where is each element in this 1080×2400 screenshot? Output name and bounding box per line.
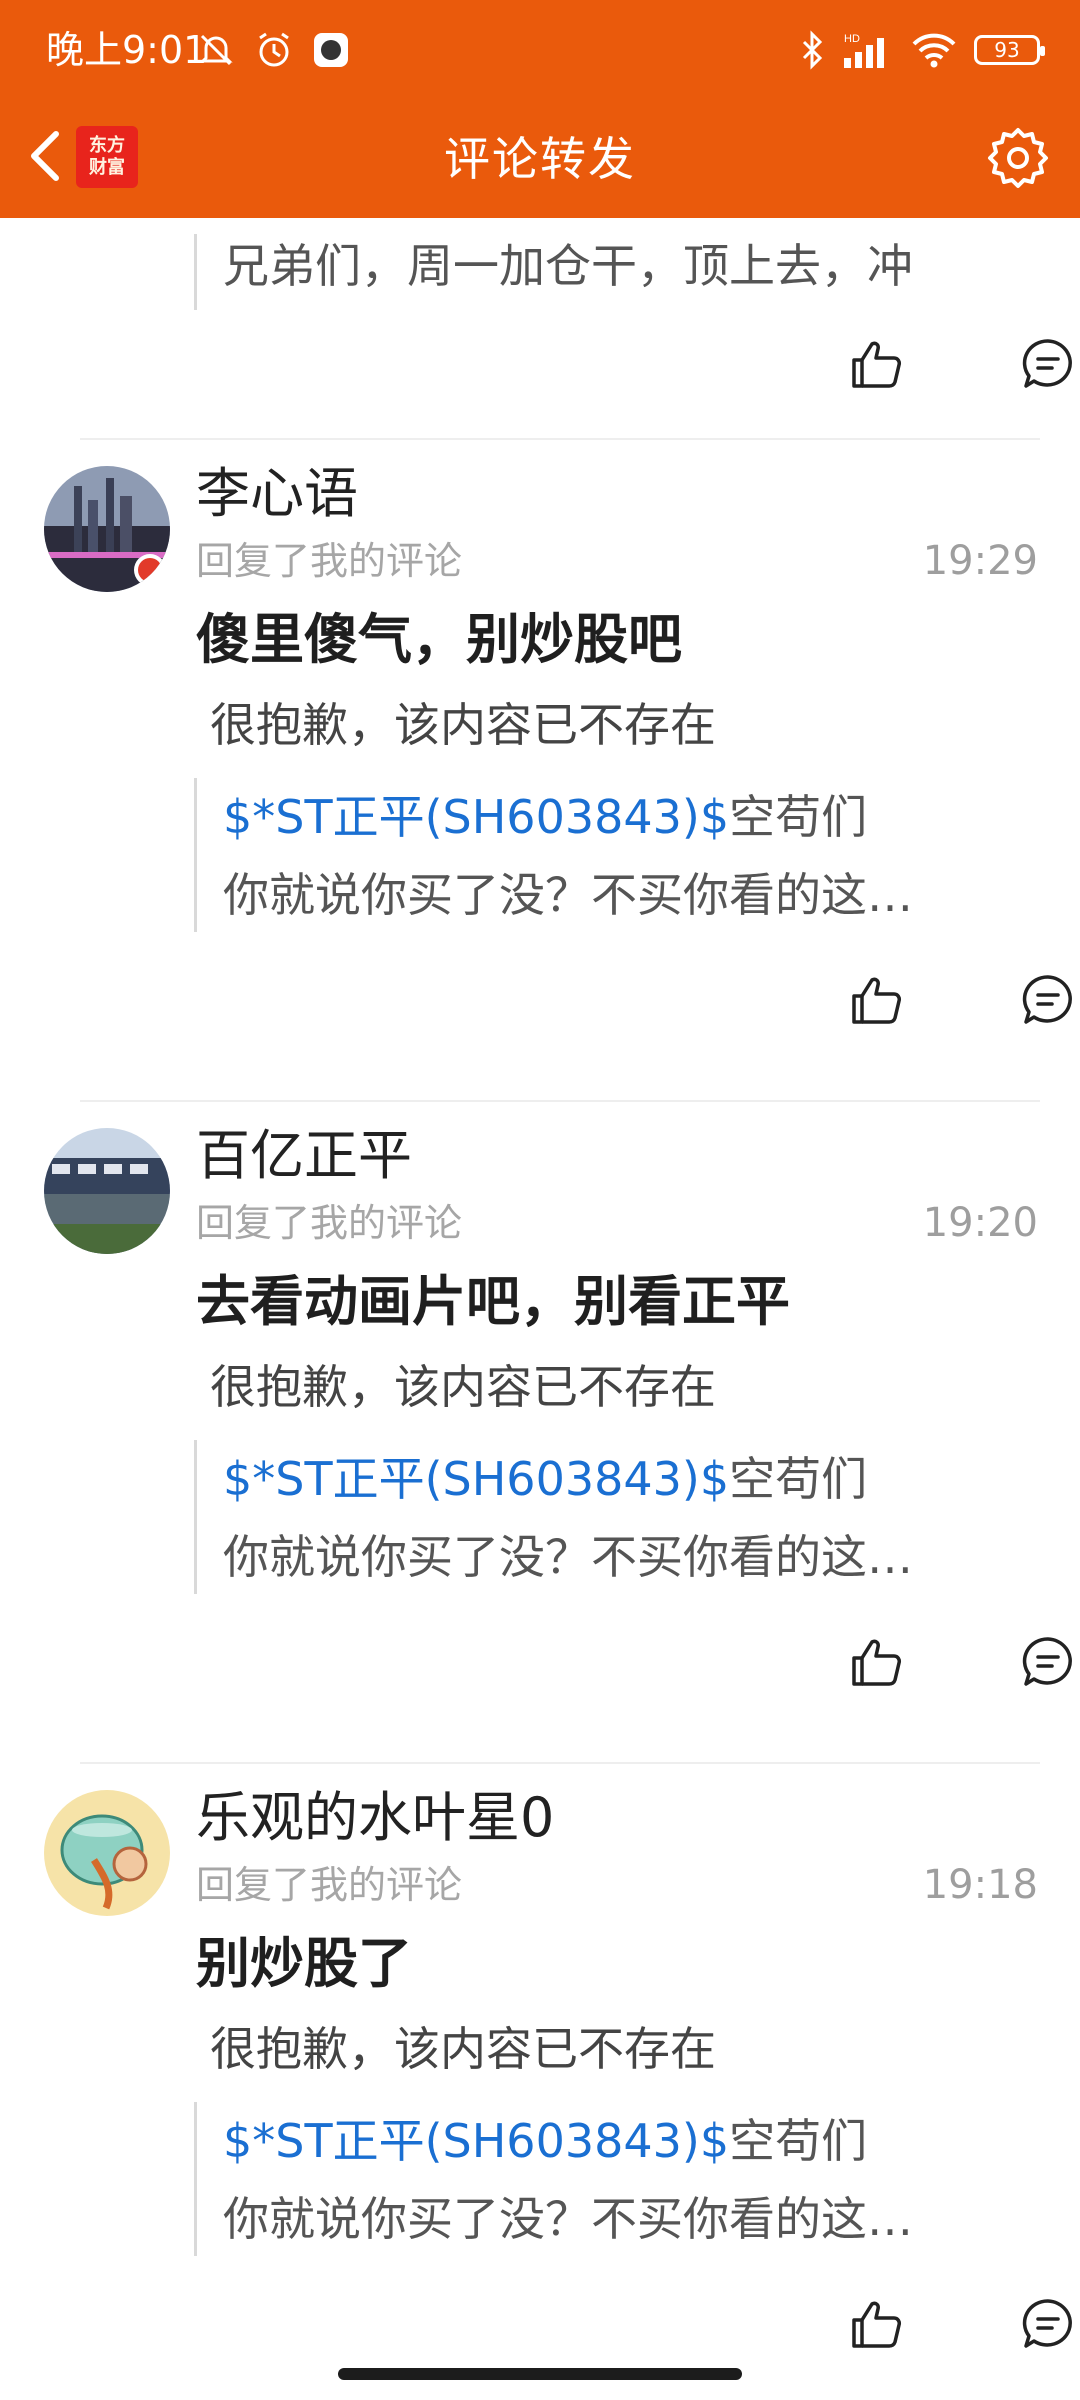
gear-icon [988,128,1048,188]
username[interactable]: 百亿正平 [196,1120,412,1192]
nav-bar: 评论转发 东方 财富 [0,100,1080,218]
avatar-building-image [44,1128,170,1254]
comment-text: 去看动画片吧，别看正平 [196,1270,790,1333]
action-bar [780,2286,1080,2348]
comment-item[interactable]: 李心语 回复了我的评论 19:29 傻里傻气，别炒股吧 很抱歉，该内容已不存在 … [0,440,1080,1102]
quote-line-2: 你就说你买了没？不买你看的这… [223,868,913,922]
comment-icon[interactable] [1020,1634,1076,1690]
comment-text: 傻里傻气，别炒股吧 [196,608,682,671]
bluetooth-icon [802,30,823,70]
back-button[interactable] [18,124,70,188]
action-bar [780,326,1080,396]
list-item[interactable]: 兄弟们，周一加仓干，顶上去，冲 [0,218,1080,440]
timestamp: 19:29 [922,538,1038,584]
comment-item[interactable]: 百亿正平 回复了我的评论 19:20 去看动画片吧，别看正平 很抱歉，该内容已不… [0,1102,1080,1764]
stock-link[interactable]: $*ST正平(SH603843)$ [223,1452,729,1506]
mute-bell-icon [199,34,233,66]
battery-level: 93 [994,38,1020,62]
username[interactable]: 李心语 [196,458,358,530]
quote-line-2: 你就说你买了没？不买你看的这… [223,1530,913,1584]
chevron-left-icon [31,131,59,181]
quote-line-1: $*ST正平(SH603843)$空苟们 [223,2102,1024,2180]
quote-line-2: 你就说你买了没？不买你看的这… [223,2192,913,2246]
thumbs-up-icon[interactable] [848,1634,904,1690]
quote-line-1: $*ST正平(SH603843)$空苟们 [223,778,1024,856]
deleted-notice: 很抱歉，该内容已不存在 [210,2022,716,2076]
username[interactable]: 乐观的水叶星0 [196,1782,554,1854]
comment-item[interactable]: 乐观的水叶星0 回复了我的评论 19:18 别炒股了 很抱歉，该内容已不存在 $… [0,1764,1080,2348]
timestamp: 19:18 [922,1862,1038,1908]
reply-label: 回复了我的评论 [196,1201,463,1245]
quote-line-1: $*ST正平(SH603843)$空苟们 [223,1440,1024,1518]
comment-list: 兄弟们，周一加仓干，顶上去，冲 李心语 回复了我的评论 19:29 傻里傻气，别… [0,218,1080,2348]
comment-icon[interactable] [1020,972,1076,1028]
comment-icon[interactable] [1020,336,1076,392]
action-bar [780,1624,1080,1694]
status-right-icons: HD 93 [798,28,1045,72]
comment-icon[interactable] [1020,2296,1076,2348]
stock-link[interactable]: $*ST正平(SH603843)$ [223,790,729,844]
reply-label: 回复了我的评论 [196,539,463,583]
page-title: 评论转发 [444,132,636,186]
avatar[interactable] [44,466,170,592]
timestamp: 19:20 [922,1200,1038,1246]
quoted-post[interactable]: $*ST正平(SH603843)$空苟们 你就说你买了没？不买你看的这… [194,2102,1024,2256]
avatar[interactable] [44,1790,170,1916]
settings-button[interactable] [986,126,1050,190]
quote-rest: 空苟们 [729,790,868,844]
logo-line-1: 东方 [89,135,125,156]
quote-rest: 空苟们 [729,1452,868,1506]
app-notification-icon [314,33,348,67]
stock-link[interactable]: $*ST正平(SH603843)$ [223,2114,729,2168]
status-bar: 晚上9:01 HD 93 [0,0,1080,100]
app-logo[interactable]: 东方 财富 [76,126,138,188]
logo-line-2: 财富 [89,157,125,178]
quoted-post[interactable]: $*ST正平(SH603843)$空苟们 你就说你买了没？不买你看的这… [194,1440,1024,1594]
quote-rest: 空苟们 [729,2114,868,2168]
quoted-post[interactable]: $*ST正平(SH603843)$空苟们 你就说你买了没？不买你看的这… [194,778,1024,932]
signal-icon: HD [844,33,884,68]
status-time: 晚上9:01 [46,28,208,72]
status-left-icons [196,28,350,72]
alarm-icon [259,32,289,67]
comment-text: 别炒股了 [196,1932,412,1995]
thumbs-up-icon[interactable] [848,336,904,392]
avatar-city-image [44,466,170,592]
deleted-notice: 很抱歉，该内容已不存在 [210,1360,716,1414]
app-header: 晚上9:01 HD 93 评论转发 东方 财富 [0,0,1080,218]
thumbs-up-icon[interactable] [848,972,904,1028]
avatar-fishbowl-image [44,1790,170,1916]
thumbs-up-icon[interactable] [848,2296,904,2348]
deleted-notice: 很抱歉，该内容已不存在 [210,698,716,752]
wifi-icon [912,33,956,68]
quote-text: 兄弟们，周一加仓干，顶上去，冲 [223,239,913,293]
action-bar [780,962,1080,1032]
avatar[interactable] [44,1128,170,1254]
svg-text:HD: HD [844,33,860,45]
reply-label: 回复了我的评论 [196,1863,463,1907]
battery-indicator: 93 [974,35,1045,65]
quoted-post[interactable]: 兄弟们，周一加仓干，顶上去，冲 [194,234,1024,310]
home-indicator[interactable] [338,2368,742,2380]
